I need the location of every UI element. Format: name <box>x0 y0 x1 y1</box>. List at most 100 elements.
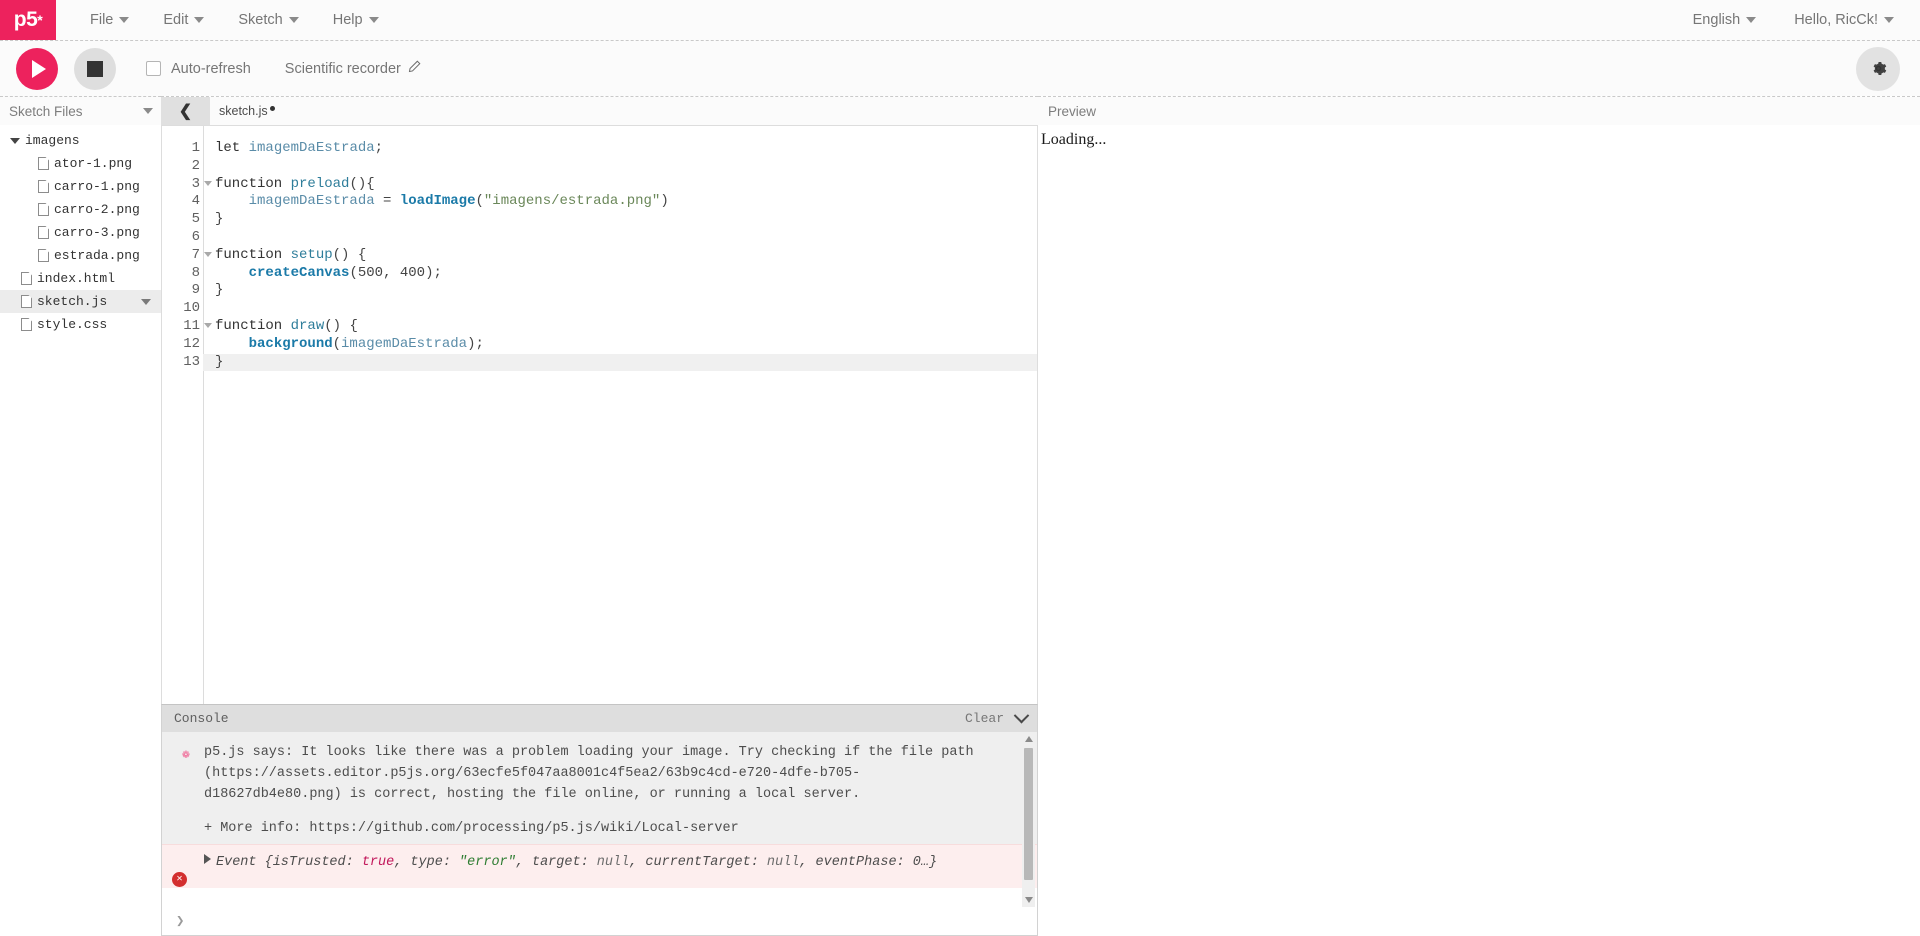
console-warning-text: p5.js says: It looks like there was a pr… <box>204 745 974 802</box>
file-tree-item[interactable]: index.html <box>0 267 161 290</box>
preview-frame[interactable]: Loading... <box>1038 125 1920 936</box>
menu-file-label: File <box>90 12 114 28</box>
scrollbar-thumb[interactable] <box>1024 748 1033 880</box>
code-token: imagemDaEstrada <box>248 193 375 210</box>
file-name-label: sketch.js <box>37 294 108 309</box>
chevron-down-icon <box>1884 17 1894 23</box>
file-tree-item[interactable]: imagens <box>0 129 161 152</box>
code-fold-icon[interactable] <box>204 251 212 257</box>
preview-header: Preview <box>1038 97 1920 125</box>
play-button[interactable] <box>16 47 58 90</box>
chevron-down-icon <box>368 17 379 23</box>
code-token: function <box>215 175 283 192</box>
code-line[interactable]: } <box>215 282 1037 300</box>
p5-logo[interactable]: p5 * <box>0 0 56 40</box>
menu-help[interactable]: Help <box>333 12 379 28</box>
line-number: 11 <box>162 318 212 336</box>
auto-refresh-toggle[interactable]: Auto-refresh <box>146 61 251 77</box>
file-tree-item[interactable]: carro-2.png <box>0 198 161 221</box>
code-token: ( <box>332 335 342 352</box>
code-line[interactable] <box>215 300 1037 318</box>
menu-file[interactable]: File <box>90 12 130 28</box>
code-editor[interactable]: 1 2 3 4 5 6 7 8 9 10 11 12 13 let imagemDaEstrada; f… <box>161 125 1038 704</box>
line-number: 7 <box>162 247 212 265</box>
file-icon <box>38 226 49 239</box>
pencil-glyph <box>408 60 421 72</box>
language-selector[interactable]: English <box>1693 12 1757 28</box>
tab-label: sketch.js <box>219 104 268 118</box>
language-label: English <box>1692 12 1741 28</box>
error-mid-2: , target: <box>515 854 597 870</box>
code-line[interactable]: function preload(){ <box>215 176 1037 194</box>
pencil-icon[interactable] <box>408 60 421 78</box>
file-tree-item[interactable]: sketch.js <box>0 290 161 313</box>
code-line[interactable] <box>215 158 1037 176</box>
code-fold-icon[interactable] <box>204 322 212 328</box>
menu-edit[interactable]: Edit <box>163 12 205 28</box>
file-options-icon[interactable] <box>141 298 151 305</box>
file-tree-item[interactable]: ator-1.png <box>0 152 161 175</box>
code-token: ( <box>475 193 484 210</box>
user-menu[interactable]: Hello, RicCk! <box>1794 12 1894 28</box>
sidebar-header[interactable]: Sketch Files <box>0 97 161 125</box>
console-panel: Console Clear ❁ p5.js says: It looks lik… <box>161 704 1038 936</box>
auto-refresh-checkbox[interactable] <box>146 61 161 76</box>
chevron-down-icon <box>1746 17 1757 23</box>
stop-button[interactable] <box>74 47 116 90</box>
settings-button[interactable] <box>1856 46 1900 91</box>
scroll-down-icon[interactable] <box>1024 897 1033 903</box>
folder-open-icon[interactable] <box>10 137 20 144</box>
code-token: function <box>215 246 283 263</box>
code-line[interactable]: function draw() { <box>215 318 1037 336</box>
code-line[interactable]: createCanvas(500, 400); <box>215 265 1037 283</box>
file-icon <box>21 272 32 285</box>
console-input[interactable]: ❯ <box>162 907 1037 935</box>
chevron-down-icon[interactable] <box>143 108 153 114</box>
file-tree-item[interactable]: estrada.png <box>0 244 161 267</box>
code-fold-icon[interactable] <box>204 180 212 186</box>
editor-tabbar: ❮ sketch.js <box>161 97 1038 125</box>
stop-icon <box>87 60 103 77</box>
code-line[interactable]: let imagemDaEstrada; <box>215 140 1037 158</box>
tab-sketch-js[interactable]: sketch.js <box>210 97 275 125</box>
file-name-label: index.html <box>37 271 116 286</box>
code-line[interactable]: imagemDaEstrada = loadImage("imagens/est… <box>215 193 1037 211</box>
code-token: () { <box>324 317 358 334</box>
collapse-sidebar-button[interactable]: ❮ <box>161 97 210 125</box>
code-token: = <box>374 193 400 210</box>
code-line[interactable]: background(imagemDaEstrada); <box>215 336 1037 354</box>
expand-arrow-icon[interactable] <box>204 853 211 864</box>
unsaved-indicator <box>269 105 275 111</box>
line-number: 2 <box>191 157 200 174</box>
error-badge-icon: ✕ <box>172 871 187 887</box>
chevron-down-icon[interactable] <box>1013 707 1030 724</box>
sketch-name-field[interactable]: Scientific recorder <box>285 60 421 78</box>
code-token: imagemDaEstrada <box>341 335 468 352</box>
chevron-down-icon <box>288 17 299 23</box>
console-warning-message: ❁ p5.js says: It looks like there was a … <box>162 732 1037 817</box>
line-number: 3 <box>162 176 212 194</box>
code-line[interactable]: function setup() { <box>215 247 1037 265</box>
logo-star: * <box>37 12 43 28</box>
console-title: Console <box>174 711 229 726</box>
code-content[interactable]: let imagemDaEstrada; function preload(){… <box>203 126 1037 704</box>
file-tree-item[interactable]: carro-3.png <box>0 221 161 244</box>
code-line[interactable]: } <box>203 353 1037 372</box>
console-scrollbar[interactable] <box>1022 732 1035 907</box>
code-line[interactable] <box>215 229 1037 247</box>
gear-icon <box>1873 62 1886 75</box>
scroll-up-icon[interactable] <box>1024 736 1033 742</box>
code-token: background <box>248 335 333 352</box>
code-token: loadImage <box>399 193 476 210</box>
console-more-info[interactable]: + More info: https://github.com/processi… <box>162 816 1037 844</box>
chevron-left-icon: ❮ <box>178 103 193 120</box>
file-tree-item[interactable]: carro-1.png <box>0 175 161 198</box>
code-token: ; <box>374 140 384 156</box>
menu-sketch[interactable]: Sketch <box>238 12 299 28</box>
console-output[interactable]: ❁ p5.js says: It looks like there was a … <box>162 732 1037 907</box>
console-clear-button[interactable]: Clear <box>965 711 1004 726</box>
code-line[interactable]: } <box>215 211 1037 229</box>
file-tree-item[interactable]: style.css <box>0 313 161 336</box>
console-error-message[interactable]: ✕ Event {isTrusted: true, type: "error",… <box>162 843 1037 888</box>
